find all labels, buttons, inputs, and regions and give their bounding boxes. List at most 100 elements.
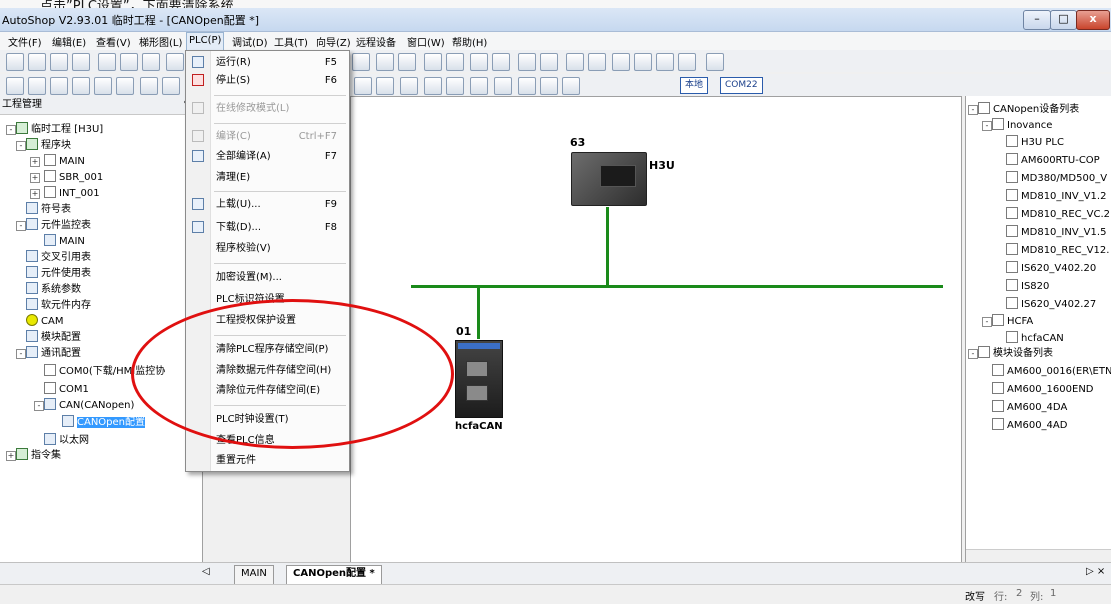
- menu-wizard[interactable]: 向导(Z): [316, 34, 351, 49]
- tree-module-devices[interactable]: 模块设备列表: [978, 346, 1053, 361]
- menu-item-plc-identifier[interactable]: PLC标识符设置: [186, 291, 349, 309]
- menu-item-online-edit[interactable]: 在线修改模式(L): [186, 100, 349, 118]
- device-item[interactable]: AM600_4AD: [992, 418, 1067, 433]
- vertical-line-icon[interactable]: [494, 77, 512, 95]
- save-all-icon[interactable]: [72, 53, 90, 71]
- menu-item-plc-info[interactable]: 查看PLC信息: [186, 432, 349, 450]
- copy-icon[interactable]: [120, 53, 138, 71]
- menu-item-clock-settings[interactable]: PLC时钟设置(T): [186, 411, 349, 429]
- clear-icon[interactable]: [566, 53, 584, 71]
- menu-tools[interactable]: 工具(T): [274, 34, 308, 49]
- compile-icon[interactable]: [376, 53, 394, 71]
- rising-edge-icon[interactable]: [376, 77, 394, 95]
- function-icon[interactable]: [446, 77, 464, 95]
- grid-icon[interactable]: [634, 53, 652, 71]
- device-item[interactable]: H3U PLC: [1006, 135, 1064, 150]
- insert-column-icon[interactable]: [94, 77, 112, 95]
- save-icon[interactable]: [50, 53, 68, 71]
- device-item[interactable]: AM600_4DA: [992, 400, 1067, 415]
- up-arrow-icon[interactable]: [540, 77, 558, 95]
- device-item[interactable]: MD810_INV_V1.2: [1006, 189, 1106, 204]
- tree-symbol-table[interactable]: 符号表: [26, 202, 71, 217]
- paste-icon[interactable]: [142, 53, 160, 71]
- device-item[interactable]: AM600_1600END: [992, 382, 1094, 397]
- expand-icon[interactable]: +: [6, 451, 16, 461]
- tree-comm-config[interactable]: 通讯配置: [26, 346, 81, 361]
- compile-all-icon[interactable]: [398, 53, 416, 71]
- tree-cam[interactable]: CAM: [26, 314, 63, 329]
- collapse-icon[interactable]: -: [6, 125, 16, 135]
- expand-icon[interactable]: +: [30, 189, 40, 199]
- menu-item-clear-program[interactable]: 清除PLC程序存储空间(P): [186, 341, 349, 359]
- menu-window[interactable]: 窗口(W): [407, 34, 445, 49]
- ladder-mode-icon[interactable]: [6, 77, 24, 95]
- menu-item-run[interactable]: 运行(R) F5: [186, 54, 349, 72]
- collapse-icon[interactable]: -: [34, 401, 44, 411]
- menu-item-stop[interactable]: 停止(S) F6: [186, 72, 349, 90]
- menu-item-upload[interactable]: 上载(U)... F9: [186, 196, 349, 214]
- tree-vendor-hcfa[interactable]: HCFA: [992, 314, 1033, 329]
- down-arrow-icon[interactable]: [562, 77, 580, 95]
- instruction-mode-icon[interactable]: [28, 77, 46, 95]
- collapse-icon[interactable]: -: [968, 349, 978, 359]
- tab-close-icon[interactable]: ▷ ×: [1086, 566, 1105, 577]
- tree-ethernet[interactable]: 以太网: [44, 433, 89, 448]
- device-item[interactable]: MD810_REC_V12.: [1006, 243, 1109, 258]
- monitor-icon[interactable]: [352, 53, 370, 71]
- device-item[interactable]: MD380/MD500_V: [1006, 171, 1107, 186]
- menu-plc[interactable]: PLC(P): [186, 32, 225, 52]
- collapse-icon[interactable]: -: [982, 317, 992, 327]
- collapse-icon[interactable]: -: [982, 121, 992, 131]
- collapse-icon[interactable]: -: [16, 141, 26, 151]
- horizontal-line-icon[interactable]: [470, 77, 488, 95]
- contact-nc-icon[interactable]: [162, 77, 180, 95]
- menu-ladder[interactable]: 梯形图(L): [139, 34, 182, 49]
- sfc-mode-icon[interactable]: [50, 77, 68, 95]
- debug-icon[interactable]: [540, 53, 558, 71]
- menu-item-clear-bits[interactable]: 清除位元件存储空间(E): [186, 382, 349, 400]
- tree-system-params[interactable]: 系统参数: [26, 282, 81, 297]
- chart-icon[interactable]: [706, 53, 724, 71]
- menu-item-compile-all[interactable]: 全部编译(A) F7: [186, 148, 349, 166]
- menu-remote-device[interactable]: 远程设备: [356, 34, 396, 49]
- tree-can[interactable]: CAN(CANopen): [44, 398, 134, 413]
- tree-int-001[interactable]: INT_001: [44, 186, 100, 201]
- tree-vendor-inovance[interactable]: Inovance: [992, 118, 1052, 133]
- tree-program-blocks[interactable]: 程序块: [26, 138, 71, 153]
- tab-main[interactable]: MAIN: [234, 565, 274, 585]
- tree-instruction-set[interactable]: 指令集: [16, 448, 61, 463]
- right-scrollbar[interactable]: [966, 549, 1111, 563]
- tree-usage-table[interactable]: 元件使用表: [26, 266, 91, 281]
- menu-item-project-auth[interactable]: 工程授权保护设置: [186, 312, 349, 330]
- menu-item-reset-elements[interactable]: 重置元件: [186, 452, 349, 470]
- open-folder-icon[interactable]: [28, 53, 46, 71]
- menu-item-compile[interactable]: 编译(C) Ctrl+F7: [186, 128, 349, 146]
- contact-no-icon[interactable]: [140, 77, 158, 95]
- window-icon[interactable]: [678, 53, 696, 71]
- download-icon[interactable]: [492, 53, 510, 71]
- undo-icon[interactable]: [166, 53, 184, 71]
- cut-icon[interactable]: [98, 53, 116, 71]
- run-icon[interactable]: [424, 53, 442, 71]
- menu-item-download[interactable]: 下载(D)... F8: [186, 219, 349, 237]
- tree-canopen-devices[interactable]: CANopen设备列表: [978, 102, 1079, 117]
- menu-item-encryption[interactable]: 加密设置(M)...: [186, 269, 349, 287]
- tree-sbr-001[interactable]: SBR_001: [44, 170, 103, 185]
- tree-project-root[interactable]: 临时工程 [H3U]: [16, 122, 103, 137]
- menu-item-verify[interactable]: 程序校验(V): [186, 240, 349, 258]
- device-item[interactable]: hcfaCAN: [1006, 331, 1064, 346]
- menu-view[interactable]: 查看(V): [96, 34, 131, 49]
- tree-module-config[interactable]: 模块配置: [26, 330, 81, 345]
- edit-icon[interactable]: [588, 53, 606, 71]
- device-item[interactable]: IS620_V402.27: [1006, 297, 1096, 312]
- collapse-icon[interactable]: -: [968, 105, 978, 115]
- device-item[interactable]: IS620_V402.20: [1006, 261, 1096, 276]
- delete-row-icon[interactable]: [116, 77, 134, 95]
- falling-edge-icon[interactable]: [400, 77, 418, 95]
- maximize-button[interactable]: □: [1050, 10, 1077, 30]
- canopen-canvas[interactable]: 63 H3U 01 hcfaCAN: [350, 96, 962, 570]
- device-item[interactable]: MD810_INV_V1.5: [1006, 225, 1106, 240]
- device-item[interactable]: IS820: [1006, 279, 1049, 294]
- upload-icon[interactable]: [470, 53, 488, 71]
- tree-monitor-main[interactable]: MAIN: [44, 234, 85, 249]
